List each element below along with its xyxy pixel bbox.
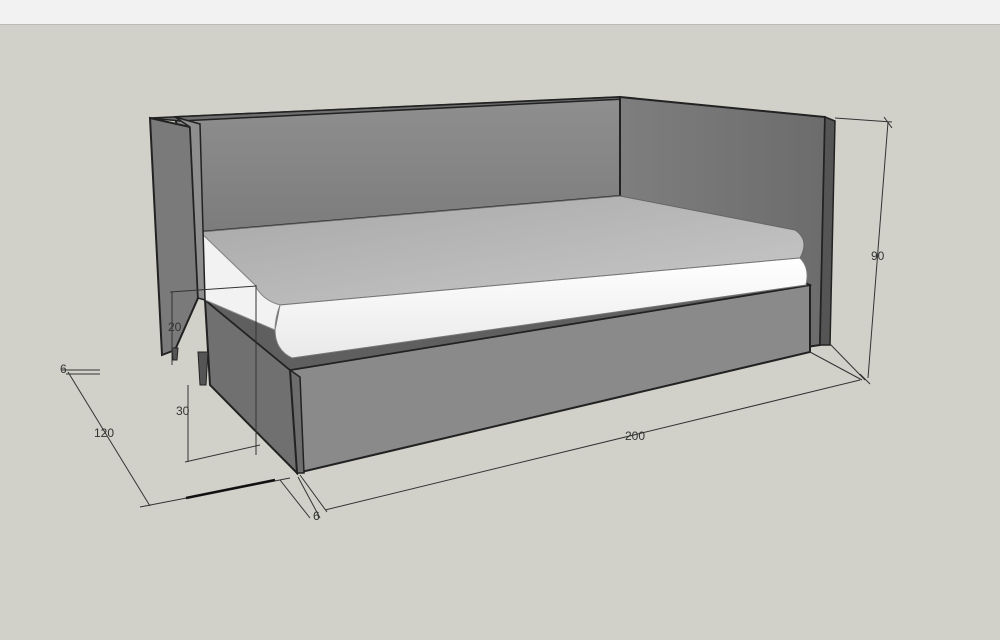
front-left-leg [197, 351, 209, 386]
mattress-height-label: 20 [168, 320, 182, 334]
ground-line [185, 478, 276, 500]
depth-label: 120 [94, 426, 115, 440]
side-thickness-left-label: 6 [60, 362, 67, 376]
side-thickness-front-label: 6 [313, 509, 320, 523]
height-total-label: 90 [871, 249, 885, 263]
base-height-label: 30 [176, 404, 190, 418]
sofa-bed-model[interactable] [0, 25, 1000, 640]
toolbar-area [0, 0, 1000, 25]
length-label: 200 [625, 429, 646, 443]
back-left-leg [171, 347, 179, 361]
3d-viewport[interactable]: 90 200 120 30 20 6 6 [0, 25, 1000, 640]
